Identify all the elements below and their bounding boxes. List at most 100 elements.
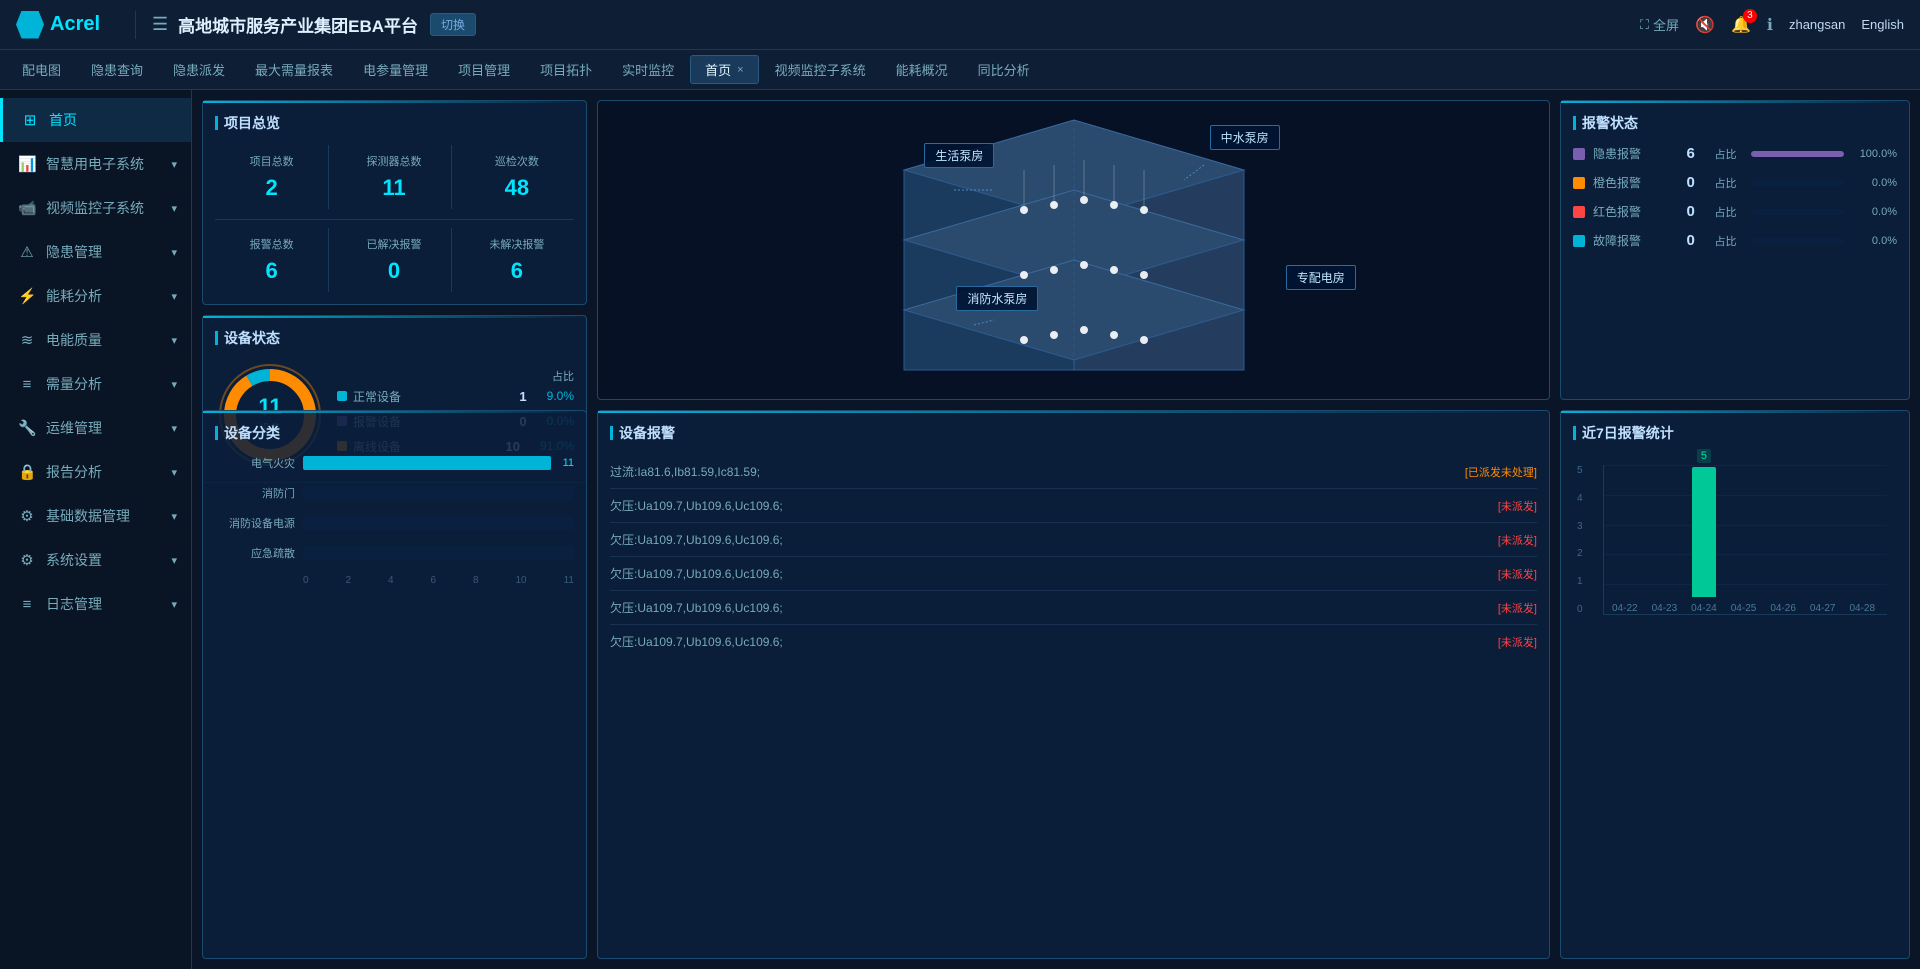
alert-text: 过流:Ia81.6,Ib81.59,Ic81.59; — [610, 463, 1465, 480]
grid-line — [1604, 525, 1887, 526]
content-area: 项目总览 项目总数 2 探测器总数 11 巡检次数 48 报警总数 6 已解决报… — [192, 90, 1920, 969]
sidebar-item-power-quality[interactable]: ≋ 电能质量 ▾ — [0, 318, 191, 362]
sidebar-item-video[interactable]: 📹 视频监控子系统 ▾ — [0, 186, 191, 230]
project-stats-bottom: 报警总数 6 已解决报警 0 未解决报警 6 — [215, 228, 574, 292]
stat-box: 探测器总数 11 — [337, 145, 451, 209]
chart-y-labels: 543210 — [1577, 465, 1583, 615]
bar-date-label: 04-22 — [1612, 603, 1638, 614]
nav-tab-shipin[interactable]: 视频监控子系统 — [761, 56, 880, 83]
alarm-bar-track — [1751, 180, 1845, 186]
nav-tab-shouye[interactable]: 首页 × — [690, 55, 758, 84]
stat-value: 6 — [464, 258, 570, 284]
fullscreen-button[interactable]: ⛶ 全屏 — [1640, 15, 1679, 34]
nav-tab-peitu[interactable]: 配电图 — [8, 56, 75, 83]
nav-tab-zuida[interactable]: 最大需量报表 — [241, 56, 347, 83]
sidebar-item-smart-elec[interactable]: 📊 智慧用电子系统 ▾ — [0, 142, 191, 186]
sidebar-label-ops: 运维管理 — [46, 418, 102, 438]
sidebar-icon-basic-data: ⚙ — [18, 507, 36, 525]
alarm-bar-track — [1751, 238, 1845, 244]
nav-tab-yinhuan-cha[interactable]: 隐患查询 — [77, 56, 157, 83]
device-category-panel: 设备分类 电气火灾 11 消防门 消防设备电源 应急疏散 — [202, 410, 587, 959]
stat-box: 巡检次数 48 — [460, 145, 574, 209]
alarm-pct-label: 占比 — [1715, 233, 1737, 249]
alert-row: 欠压:Ua109.7,Ub109.6,Uc109.6; [未派发] — [610, 523, 1537, 557]
alert-row: 欠压:Ua109.7,Ub109.6,Uc109.6; [未派发] — [610, 591, 1537, 625]
stat-label: 巡检次数 — [464, 153, 570, 169]
mute-button[interactable]: 🔇 — [1695, 15, 1715, 35]
axis-label: 10 — [516, 575, 527, 586]
alarm-count: 0 — [1687, 203, 1707, 220]
sidebar-arrow-log: ▾ — [171, 598, 177, 611]
alarm-pct-label: 占比 — [1715, 204, 1737, 220]
stat-box: 报警总数 6 — [215, 228, 329, 292]
sidebar-item-basic-data[interactable]: ⚙ 基础数据管理 ▾ — [0, 494, 191, 538]
notification-button[interactable]: 🔔 3 — [1731, 15, 1751, 35]
alarm-count: 0 — [1687, 232, 1707, 249]
legend-headers: 占比 — [337, 368, 574, 384]
alarm-bar-track — [1751, 209, 1845, 215]
sidebar-icon-system: ⚙ — [18, 551, 36, 569]
bar-date-label: 04-27 — [1810, 603, 1836, 614]
nav-tab-tongbi[interactable]: 同比分析 — [964, 56, 1044, 83]
alarm-status-title: 报警状态 — [1573, 113, 1897, 133]
sidebar-label-power-quality: 电能质量 — [46, 330, 102, 350]
menu-toggle-icon[interactable]: ☰ — [152, 14, 168, 35]
switch-button[interactable]: 切换 — [430, 13, 476, 36]
app-title: 高地城市服务产业集团EBA平台 — [178, 12, 418, 37]
device-alerts-panel: 设备报警 过流:Ia81.6,Ib81.59,Ic81.59; [已派发未处理]… — [597, 410, 1550, 959]
chart-bars-wrap: 04-2204-23504-2404-2504-2604-2704-28 — [1603, 465, 1887, 615]
username: zhangsan — [1789, 17, 1845, 32]
room-label-4: 消防水泵房 — [956, 286, 1038, 311]
nav-tab-yinhuan-pai[interactable]: 隐患派发 — [159, 56, 239, 83]
sidebar-item-demand-analysis[interactable]: ≡ 需量分析 ▾ — [0, 362, 191, 406]
bar-track — [303, 486, 574, 500]
sidebar-icon-video: 📹 — [18, 199, 36, 217]
sidebar-arrow-ops: ▾ — [171, 422, 177, 435]
alarm-name: 隐患报警 — [1593, 145, 1687, 162]
alert-text: 欠压:Ua109.7,Ub109.6,Uc109.6; — [610, 633, 1498, 650]
fullscreen-label: 全屏 — [1653, 15, 1679, 34]
top-row: 项目总览 项目总数 2 探测器总数 11 巡检次数 48 报警总数 6 已解决报… — [202, 100, 1910, 400]
alert-rows: 过流:Ia81.6,Ib81.59,Ic81.59; [已派发未处理] 欠压:U… — [610, 455, 1537, 658]
tab-close-icon[interactable]: × — [737, 64, 743, 76]
info-button[interactable]: ℹ — [1767, 15, 1773, 35]
bar-track — [303, 456, 551, 470]
sidebar-icon-power-quality: ≋ — [18, 331, 36, 349]
sidebar-item-system[interactable]: ⚙ 系统设置 ▾ — [0, 538, 191, 582]
project-overview-title: 项目总览 — [215, 113, 574, 133]
sidebar-icon-log: ≡ — [18, 596, 36, 613]
building-panel: 生活泵房 中水泵房 专配电房 消防水泵房 — [597, 100, 1550, 400]
nav-tab-nengkuang[interactable]: 能耗概况 — [882, 56, 962, 83]
sidebar-item-energy-analysis[interactable]: ⚡ 能耗分析 ▾ — [0, 274, 191, 318]
stat-box: 未解决报警 6 — [460, 228, 574, 292]
alert-status: [未派发] — [1498, 634, 1537, 650]
y-label: 2 — [1577, 548, 1583, 559]
sidebar-label-system: 系统设置 — [46, 550, 102, 570]
alarm-row: 红色报警 0 占比 0.0% — [1573, 203, 1897, 220]
sidebar-item-report[interactable]: 🔒 报告分析 ▾ — [0, 450, 191, 494]
sidebar-item-hidden-danger[interactable]: ⚠ 隐患管理 ▾ — [0, 230, 191, 274]
bar-chart: 电气火灾 11 消防门 消防设备电源 应急疏散 024681011 — [215, 455, 574, 586]
alarm-dot — [1573, 235, 1585, 247]
logo-text: Acrel — [50, 13, 100, 36]
alarm-pct-label: 占比 — [1715, 175, 1737, 191]
bar-row: 电气火灾 11 — [215, 455, 574, 471]
room-label-2: 中水泵房 — [1210, 125, 1280, 150]
nav-tab-shishi[interactable]: 实时监控 — [608, 56, 688, 83]
device-category-title: 设备分类 — [215, 423, 574, 443]
sidebar-arrow-video: ▾ — [171, 202, 177, 215]
left-col-top: 项目总览 项目总数 2 探测器总数 11 巡检次数 48 报警总数 6 已解决报… — [202, 100, 587, 400]
room-label-3-text: 专配电房 — [1286, 265, 1356, 290]
nav-tab-xiangmu-guan[interactable]: 项目管理 — [444, 56, 524, 83]
sidebar-item-ops[interactable]: 🔧 运维管理 ▾ — [0, 406, 191, 450]
sidebar-item-log[interactable]: ≡ 日志管理 ▾ — [0, 582, 191, 626]
sidebar-item-home[interactable]: ⊞ 首页 — [0, 98, 191, 142]
bar-axis: 024681011 — [215, 575, 574, 586]
language-button[interactable]: English — [1861, 17, 1904, 32]
nav-tab-xiangmu-tuo[interactable]: 项目拓扑 — [526, 56, 606, 83]
alert-text: 欠压:Ua109.7,Ub109.6,Uc109.6; — [610, 565, 1498, 582]
nav-tab-diancanshu[interactable]: 电参量管理 — [349, 56, 442, 83]
chart-bar-item: 504-24 — [1691, 467, 1717, 614]
alarm-bar-track — [1751, 151, 1845, 157]
sidebar-arrow-system: ▾ — [171, 554, 177, 567]
